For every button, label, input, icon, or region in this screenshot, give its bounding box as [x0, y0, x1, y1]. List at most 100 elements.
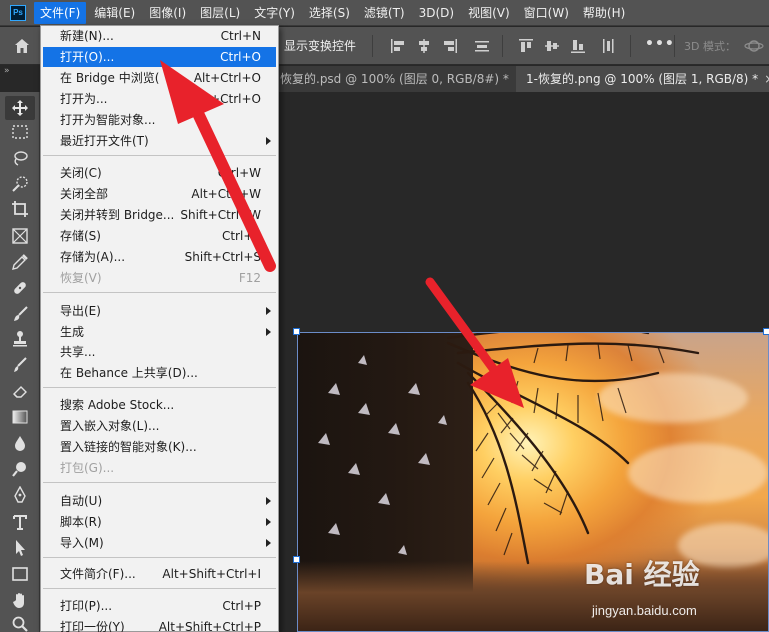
menu-item-search-adobe-stock[interactable]: 搜索 Adobe Stock...	[43, 395, 276, 415]
more-options-button[interactable]: •••	[645, 36, 675, 52]
dodge-tool-icon[interactable]	[11, 460, 29, 478]
menu-item-export[interactable]: 导出(E)	[43, 301, 276, 321]
healing-brush-tool-icon[interactable]	[11, 279, 29, 297]
menu-item-share[interactable]: 共享...	[43, 342, 276, 362]
menu-item-automate[interactable]: 自动(U)	[43, 491, 276, 511]
transform-handle[interactable]	[293, 328, 300, 335]
history-brush-tool-icon[interactable]	[11, 356, 29, 374]
menu-item-import[interactable]: 导入(M)	[43, 533, 276, 553]
tab-label: 1-恢复的.png @ 100% (图层 1, RGB/8) *	[526, 72, 759, 86]
menu-item-save-as[interactable]: 存储为(A)... Shift+Ctrl+S	[43, 247, 276, 267]
brush-tool-icon[interactable]	[11, 305, 29, 323]
lasso-tool-icon[interactable]	[11, 149, 29, 167]
hand-tool-icon[interactable]	[11, 591, 29, 609]
menu-separator	[43, 292, 276, 293]
menu-item-open-as[interactable]: 打开为... hift+Ctrl+O	[43, 89, 276, 109]
menu-item-place-embedded[interactable]: 置入嵌入对象(L)...	[43, 416, 276, 436]
menu-item-print-one-copy[interactable]: 打印一份(Y) Alt+Shift+Ctrl+P	[43, 617, 276, 632]
menu-item-open-as-smart-object[interactable]: 打开为智能对象...	[43, 110, 276, 130]
menu-item-save[interactable]: 存储(S) Ctrl+S	[43, 226, 276, 246]
tab-document-png[interactable]: 1-恢复的.png @ 100% (图层 1, RGB/8) * ×	[516, 66, 769, 92]
menu-3d[interactable]: 3D(D)	[413, 2, 460, 24]
menu-item-close-and-go-to-bridge[interactable]: 关闭并转到 Bridge... Shift+Ctrl+W	[43, 205, 276, 225]
submenu-arrow-icon	[266, 497, 271, 505]
tools-panel	[0, 92, 40, 632]
menu-view[interactable]: 视图(V)	[462, 2, 516, 24]
rectangle-tool-icon[interactable]	[11, 565, 29, 583]
menu-filter[interactable]: 滤镜(T)	[358, 2, 411, 24]
menu-item-browse-in-bridge[interactable]: 在 Bridge 中浏览(Alt+Ctrl+O	[43, 68, 276, 88]
submenu-arrow-icon	[266, 137, 271, 145]
separator	[630, 35, 631, 57]
menu-item-revert: 恢复(V) F12	[60, 271, 261, 285]
menu-item-open-recent[interactable]: 最近打开文件(T)	[43, 131, 276, 151]
3d-mode-label: 3D 模式：	[684, 40, 736, 53]
menu-item-package: 打包(G)...	[60, 461, 115, 475]
path-select-tool-icon[interactable]	[11, 539, 29, 557]
align-right-edges-icon[interactable]	[442, 38, 458, 54]
close-icon[interactable]: ×	[764, 72, 769, 86]
align-horizontal-centers-icon[interactable]	[416, 38, 432, 54]
distribute-vertical-icon[interactable]	[600, 38, 616, 54]
menu-window[interactable]: 窗口(W)	[518, 2, 575, 24]
type-tool-icon[interactable]	[11, 513, 29, 531]
distribute-icon[interactable]	[474, 38, 490, 54]
tab-document-psd[interactable]: 恢复的.psd @ 100% (图层 0, RGB/8#) *×	[270, 66, 525, 92]
menu-file[interactable]: 文件(F)	[34, 1, 87, 24]
file-menu-dropdown: 新建(N)... Ctrl+N 打开(O)... Ctrl+O 在 Bridge 中…	[40, 25, 279, 632]
crop-tool-icon[interactable]	[11, 200, 29, 218]
submenu-arrow-icon	[266, 328, 271, 336]
menu-image[interactable]: 图像(I)	[143, 2, 192, 24]
menu-separator	[43, 155, 276, 156]
submenu-arrow-icon	[266, 307, 271, 315]
menu-item-close[interactable]: 关闭(C) Ctrl+W	[43, 163, 276, 183]
menu-item-generate[interactable]: 生成	[43, 322, 276, 342]
eyedropper-tool-icon[interactable]	[11, 253, 29, 271]
menu-type[interactable]: 文字(Y)	[248, 2, 301, 24]
submenu-arrow-icon	[266, 539, 271, 547]
move-tool-icon[interactable]	[5, 96, 35, 120]
separator	[502, 35, 503, 57]
transform-handle[interactable]	[763, 328, 769, 335]
menu-bar: Ps 文件(F) 编辑(E) 图像(I) 图层(L) 文字(Y) 选择(S) 滤…	[0, 0, 769, 26]
blur-tool-icon[interactable]	[11, 434, 29, 452]
align-left-edges-icon[interactable]	[390, 38, 406, 54]
tab-label: 恢复的.psd @ 100% (图层 0, RGB/8#) *	[280, 72, 509, 86]
zoom-tool-icon[interactable]	[11, 615, 29, 632]
menu-layer[interactable]: 图层(L)	[194, 2, 246, 24]
menu-edit[interactable]: 编辑(E)	[88, 2, 141, 24]
align-vertical-centers-icon[interactable]	[544, 38, 560, 54]
show-transform-controls-label[interactable]: 显示变换控件	[284, 37, 356, 54]
gradient-tool-icon[interactable]	[11, 408, 29, 426]
menu-separator	[43, 588, 276, 589]
eraser-tool-icon[interactable]	[11, 382, 29, 400]
pen-tool-icon[interactable]	[11, 486, 29, 504]
separator	[674, 35, 675, 57]
menu-help[interactable]: 帮助(H)	[577, 2, 631, 24]
menu-item-file-info[interactable]: 文件简介(F)... Alt+Shift+Ctrl+I	[43, 564, 276, 584]
menu-select[interactable]: 选择(S)	[303, 2, 356, 24]
menu-item-close-all[interactable]: 关闭全部 Alt+Ctrl+W	[43, 184, 276, 204]
menu-item-open[interactable]: 打开(O)... Ctrl+O	[43, 47, 276, 67]
baidu-watermark-url: jingyan.baidu.com	[592, 603, 697, 618]
baidu-watermark-logo: Bai 经验	[584, 558, 700, 591]
home-icon[interactable]	[14, 38, 30, 54]
menu-item-place-linked[interactable]: 置入链接的智能对象(K)...	[43, 437, 276, 457]
submenu-arrow-icon	[266, 518, 271, 526]
marquee-tool-icon[interactable]	[11, 123, 29, 141]
transform-handle[interactable]	[293, 556, 300, 563]
3d-orbit-icon[interactable]	[744, 38, 764, 54]
panel-collapse-icon[interactable]: »	[4, 66, 10, 76]
separator	[372, 35, 373, 57]
menu-item-print[interactable]: 打印(P)... Ctrl+P	[43, 596, 276, 616]
align-bottom-edges-icon[interactable]	[570, 38, 586, 54]
menu-item-scripts[interactable]: 脚本(R)	[43, 512, 276, 532]
clone-stamp-tool-icon[interactable]	[11, 330, 29, 348]
menu-item-new[interactable]: 新建(N)... Ctrl+N	[43, 26, 276, 46]
menu-item-share-on-behance[interactable]: 在 Behance 上共享(D)...	[43, 363, 276, 383]
frame-tool-icon[interactable]	[11, 227, 29, 245]
menu-separator	[43, 482, 276, 483]
menu-separator	[43, 557, 276, 558]
quick-select-tool-icon[interactable]	[11, 175, 29, 193]
align-top-edges-icon[interactable]	[518, 38, 534, 54]
